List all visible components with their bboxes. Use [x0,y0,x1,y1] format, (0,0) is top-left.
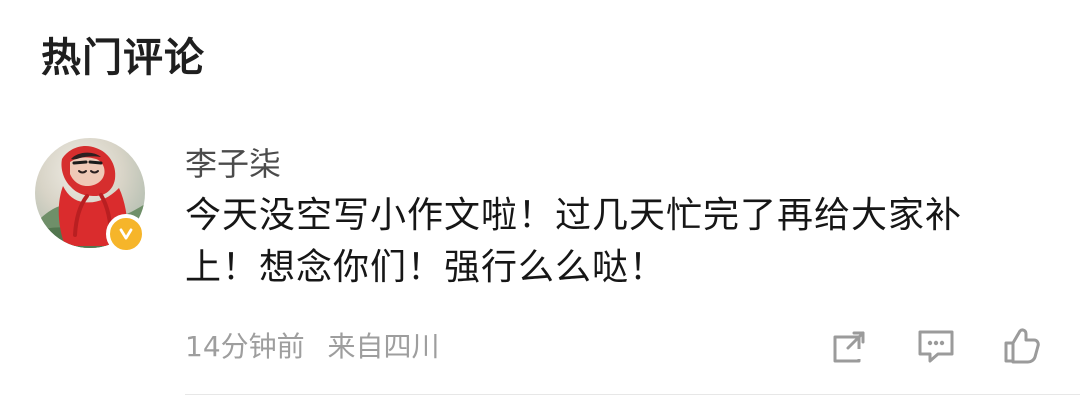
comment-button[interactable] [912,322,960,370]
share-icon [833,331,865,363]
thumbs-up-icon [1004,328,1040,364]
comment-source: 来自四川 [327,330,440,363]
comment-username[interactable]: 李子柒 [185,140,281,188]
like-button[interactable] [996,322,1044,370]
verified-badge-icon [106,214,146,254]
comment-icon [918,330,954,363]
share-button[interactable] [826,322,874,370]
comment-meta: 14分钟前 来自四川 [185,325,440,369]
comment-divider [185,394,1080,395]
hot-comments-title: 热门评论 [41,35,205,81]
comment-time: 14分钟前 [185,330,305,363]
comment-text: 今天没空写小作文啦！过几天忙完了再给大家补上！想念你们！强行么么哒！ [185,195,963,288]
comment-avatar[interactable] [35,138,146,254]
